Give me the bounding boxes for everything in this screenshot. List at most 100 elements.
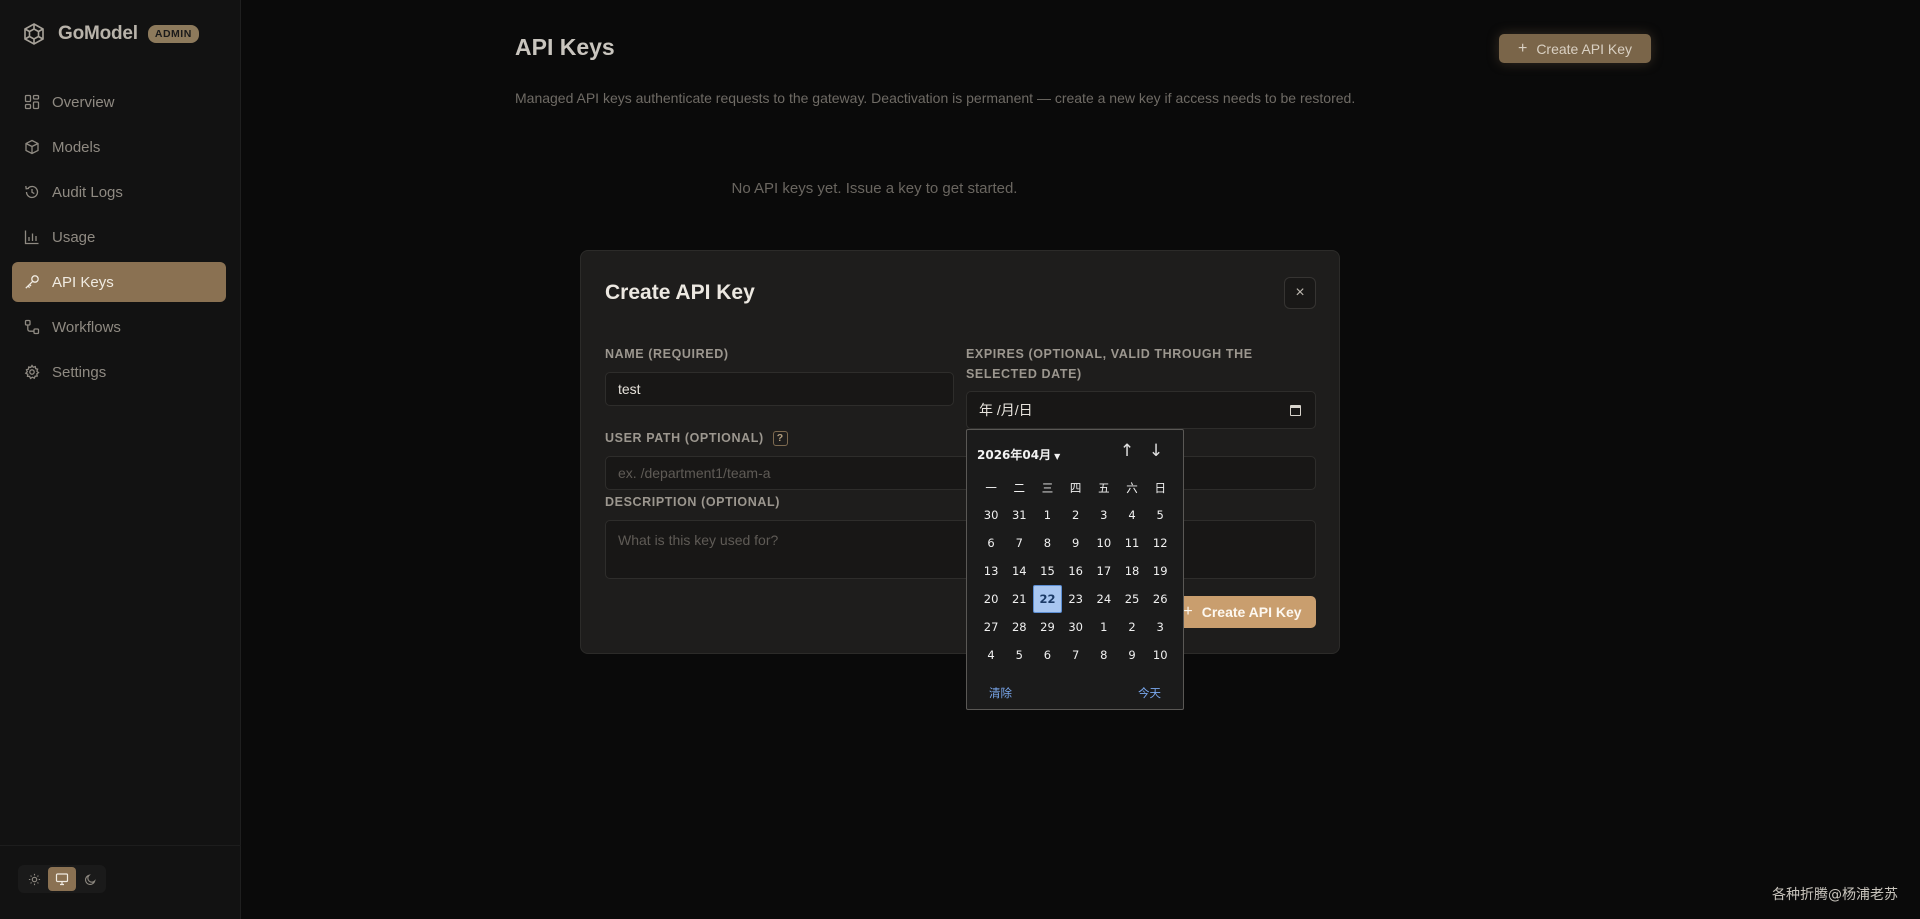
calendar-day[interactable]: 2 [1118, 613, 1146, 641]
sidebar-item-label: Models [52, 138, 101, 156]
calendar-day[interactable]: 7 [1062, 641, 1090, 669]
calendar-day[interactable]: 24 [1090, 585, 1118, 613]
calendar-day[interactable]: 5 [1005, 641, 1033, 669]
weekday-header: 一 [985, 481, 997, 495]
calendar-day-today[interactable]: 22 [1033, 585, 1062, 613]
name-field[interactable]: test [605, 372, 954, 406]
calendar-day[interactable]: 7 [1005, 529, 1033, 557]
previous-month-button[interactable]: ↑ [1117, 441, 1137, 461]
next-month-button[interactable]: ↓ [1146, 441, 1166, 461]
calendar-day[interactable]: 12 [1146, 529, 1174, 557]
weekday-header: 三 [1041, 481, 1054, 495]
calendar-day[interactable]: 9 [1062, 529, 1090, 557]
create-api-key-button[interactable]: + Create API Key [1499, 34, 1651, 63]
sidebar-nav: Overview Models Audit Logs Usage API Key… [12, 82, 226, 397]
sidebar-item-settings[interactable]: Settings [12, 352, 226, 392]
calendar-day[interactable]: 14 [1005, 557, 1033, 585]
expires-label: EXPIRES (OPTIONAL, VALID THROUGH THE SEL… [966, 344, 1296, 384]
calendar-day[interactable]: 6 [977, 529, 1005, 557]
calendar-day[interactable]: 30 [1062, 613, 1090, 641]
calendar-day[interactable]: 6 [1033, 641, 1061, 669]
clear-button[interactable]: 清除 [989, 685, 1012, 701]
sidebar-item-label: Workflows [52, 318, 121, 336]
calendar-day[interactable]: 30 [977, 501, 1005, 529]
brand[interactable]: GoModel ADMIN [22, 20, 199, 48]
brand-name: GoModel [58, 23, 138, 44]
calendar-day[interactable]: 25 [1118, 585, 1146, 613]
calendar-day[interactable]: 11 [1118, 529, 1146, 557]
calendar-day[interactable]: 2 [1062, 501, 1090, 529]
calendar-day[interactable]: 23 [1062, 585, 1090, 613]
calendar-day[interactable]: 15 [1033, 557, 1061, 585]
calendar-day[interactable]: 9 [1118, 641, 1146, 669]
calendar-day[interactable]: 4 [977, 641, 1005, 669]
theme-dark-button[interactable] [76, 867, 104, 891]
logo-icon [24, 23, 44, 45]
theme-light-button[interactable] [20, 867, 48, 891]
sidebar-item-usage[interactable]: Usage [12, 217, 226, 257]
today-button[interactable]: 今天 [1138, 685, 1161, 701]
calendar-day[interactable]: 8 [1033, 529, 1061, 557]
close-button[interactable]: × [1284, 277, 1316, 309]
calendar-day[interactable]: 4 [1118, 501, 1146, 529]
grid-icon [24, 94, 40, 110]
gear-icon [24, 364, 40, 380]
page-title: API Keys [515, 34, 615, 60]
calendar-day[interactable]: 26 [1146, 585, 1174, 613]
weekday-header: 日 [1154, 481, 1166, 495]
arrow-up-icon: ↑ [1119, 441, 1135, 461]
sidebar-item-label: API Keys [52, 273, 114, 291]
calendar-day[interactable]: 28 [1005, 613, 1033, 641]
cube-icon [24, 139, 40, 155]
sidebar-divider [0, 845, 241, 846]
dialog-title: Create API Key [605, 281, 755, 304]
caret-down-icon: ▼ [1054, 452, 1061, 461]
month-selector[interactable]: 2026年04月 ▼ [977, 446, 1060, 463]
calendar-day[interactable]: 10 [1090, 529, 1118, 557]
calendar-day[interactable]: 8 [1090, 641, 1118, 669]
plus-icon: + [1517, 39, 1528, 57]
calendar-day[interactable]: 17 [1090, 557, 1118, 585]
calendar-day[interactable]: 16 [1062, 557, 1090, 585]
sidebar-item-models[interactable]: Models [12, 127, 226, 167]
calendar-day[interactable]: 31 [1005, 501, 1033, 529]
description-textarea[interactable]: What is this key used for? [605, 520, 1316, 579]
moon-icon [84, 873, 96, 885]
calendar-day[interactable]: 13 [977, 557, 1005, 585]
calendar-icon[interactable] [1290, 405, 1301, 416]
calendar-day[interactable]: 10 [1146, 641, 1174, 669]
calendar-day[interactable]: 19 [1146, 557, 1174, 585]
expires-placeholder: 年 /月/日 [979, 402, 1033, 418]
sun-icon [28, 873, 40, 885]
name-value: test [618, 381, 641, 397]
sidebar-item-overview[interactable]: Overview [12, 82, 226, 122]
page-description: Managed API keys authenticate requests t… [515, 90, 1356, 106]
calendar-day[interactable]: 20 [977, 585, 1005, 613]
calendar-day[interactable]: 29 [1033, 613, 1061, 641]
calendar-day[interactable]: 5 [1146, 501, 1174, 529]
calendar-day[interactable]: 3 [1146, 613, 1174, 641]
close-icon: × [1295, 284, 1305, 301]
empty-state-message: No API keys yet. Issue a key to get star… [731, 180, 1018, 197]
calendar-day[interactable]: 21 [1005, 585, 1033, 613]
help-icon[interactable]: ? [772, 431, 788, 446]
weekday-header: 五 [1098, 481, 1110, 495]
calendar-day[interactable]: 1 [1033, 501, 1061, 529]
calendar-day[interactable]: 27 [977, 613, 1005, 641]
sidebar-item-api-keys[interactable]: API Keys [12, 262, 226, 302]
submit-label: Create API Key [1201, 604, 1302, 620]
user-path-label-text: USER PATH (OPTIONAL) [605, 431, 764, 445]
calendar-day[interactable]: 18 [1118, 557, 1146, 585]
calendar-day[interactable]: 1 [1090, 613, 1118, 641]
calendar-day[interactable]: 3 [1090, 501, 1118, 529]
submit-create-api-key-button[interactable]: + Create API Key [1169, 596, 1316, 628]
expires-label-line1: EXPIRES (OPTIONAL, VALID THROUGH THE [966, 347, 1253, 361]
user-path-field[interactable]: ex. /department1/team-a [605, 456, 1316, 490]
weekday-header: 四 [1069, 481, 1082, 495]
sidebar-item-workflows[interactable]: Workflows [12, 307, 226, 347]
arrow-down-icon: ↓ [1148, 441, 1164, 461]
theme-system-button[interactable] [48, 867, 76, 891]
theme-toggle [18, 865, 106, 893]
create-api-key-label: Create API Key [1536, 40, 1633, 57]
expires-date-field[interactable]: 年 /月/日 [966, 391, 1316, 429]
